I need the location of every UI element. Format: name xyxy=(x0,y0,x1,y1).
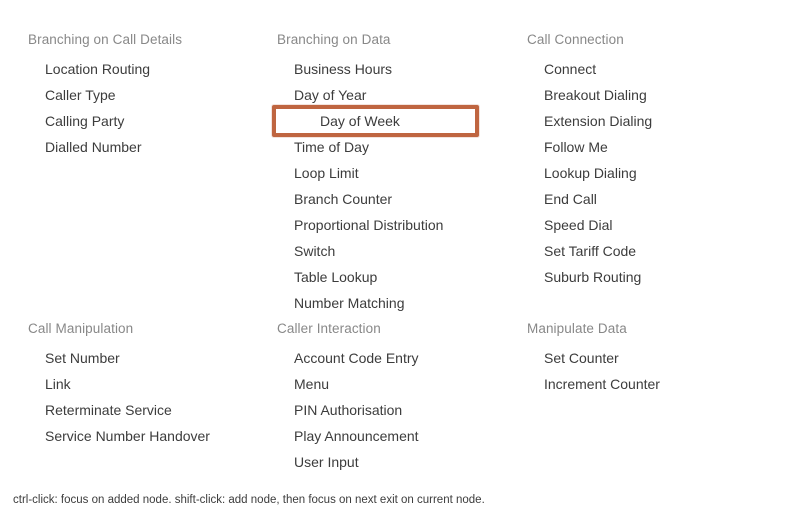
palette-group: Manipulate Data Set Counter Increment Coun… xyxy=(500,319,750,397)
palette-item[interactable]: PIN Authorisation xyxy=(250,397,500,423)
palette-group-title: Branching on Call Details xyxy=(28,32,183,47)
palette-item-selected[interactable]: Day of Week xyxy=(272,105,479,137)
palette-row: Branching on Call Details Location Routin… xyxy=(0,30,800,316)
palette-group: Caller Interaction Account Code Entry Menu… xyxy=(250,319,500,475)
palette-item[interactable]: Suburb Routing xyxy=(500,264,750,290)
palette-group-items: Business Hours Day of Year Day of Week Time… xyxy=(250,56,500,316)
palette-item[interactable]: Set Tariff Code xyxy=(500,238,750,264)
palette-group-items: Location Routing Caller Type Calling Party… xyxy=(0,56,250,160)
palette-item[interactable]: Connect xyxy=(500,56,750,82)
palette-item[interactable]: Branch Counter xyxy=(250,186,500,212)
keyboard-hint-text: ctrl-click: focus on added node. shift-c… xyxy=(13,494,485,506)
palette-group-items: Account Code Entry Menu PIN Authorisation P… xyxy=(250,345,500,475)
palette-item[interactable]: Link xyxy=(0,371,250,397)
palette-item[interactable]: Speed Dial xyxy=(500,212,750,238)
palette-item[interactable]: Increment Counter xyxy=(500,371,750,397)
palette-group: Call Connection Connect Breakout Dialing Ex… xyxy=(500,30,750,290)
palette-group-title: Manipulate Data xyxy=(527,321,627,336)
palette-group-title: Call Connection xyxy=(527,32,624,47)
palette-item[interactable]: Time of Day xyxy=(250,134,500,160)
palette-item[interactable]: Location Routing xyxy=(0,56,250,82)
palette-item[interactable]: Loop Limit xyxy=(250,160,500,186)
palette-item[interactable]: End Call xyxy=(500,186,750,212)
palette-item[interactable]: Dialled Number xyxy=(0,134,250,160)
palette-item[interactable]: Set Counter xyxy=(500,345,750,371)
palette-group-title: Branching on Data xyxy=(277,32,391,47)
palette-group-items: Connect Breakout Dialing Extension Dialing… xyxy=(500,56,750,290)
palette-group: Branching on Call Details Location Routin… xyxy=(0,30,250,160)
node-palette: Branching on Call Details Location Routin… xyxy=(0,0,800,520)
palette-item[interactable]: Play Announcement xyxy=(250,423,500,449)
palette-item[interactable]: Service Number Handover xyxy=(0,423,250,449)
palette-item[interactable]: Menu xyxy=(250,371,500,397)
palette-item[interactable]: Lookup Dialing xyxy=(500,160,750,186)
palette-item[interactable]: Proportional Distribution xyxy=(250,212,500,238)
palette-group: Branching on Data Business Hours Day of Ye… xyxy=(250,30,500,316)
palette-group-items: Set Counter Increment Counter xyxy=(500,345,750,397)
palette-group: Call Manipulation Set Number Link Retermina… xyxy=(0,319,250,449)
palette-row: Call Manipulation Set Number Link Retermina… xyxy=(0,319,800,475)
palette-item[interactable]: User Input xyxy=(250,449,500,475)
palette-item[interactable]: Extension Dialing xyxy=(500,108,750,134)
palette-item[interactable]: Follow Me xyxy=(500,134,750,160)
palette-item[interactable]: Breakout Dialing xyxy=(500,82,750,108)
palette-group-title: Call Manipulation xyxy=(28,321,134,336)
palette-item[interactable]: Switch xyxy=(250,238,500,264)
palette-item[interactable]: Account Code Entry xyxy=(250,345,500,371)
palette-item[interactable]: Reterminate Service xyxy=(0,397,250,423)
palette-group-items: Set Number Link Reterminate Service Service… xyxy=(0,345,250,449)
palette-item[interactable]: Calling Party xyxy=(0,108,250,134)
palette-item[interactable]: Business Hours xyxy=(250,56,500,82)
palette-item[interactable]: Table Lookup xyxy=(250,264,500,290)
palette-group-title: Caller Interaction xyxy=(277,321,381,336)
palette-item[interactable]: Caller Type xyxy=(0,82,250,108)
palette-item[interactable]: Number Matching xyxy=(250,290,500,316)
palette-item[interactable]: Set Number xyxy=(0,345,250,371)
